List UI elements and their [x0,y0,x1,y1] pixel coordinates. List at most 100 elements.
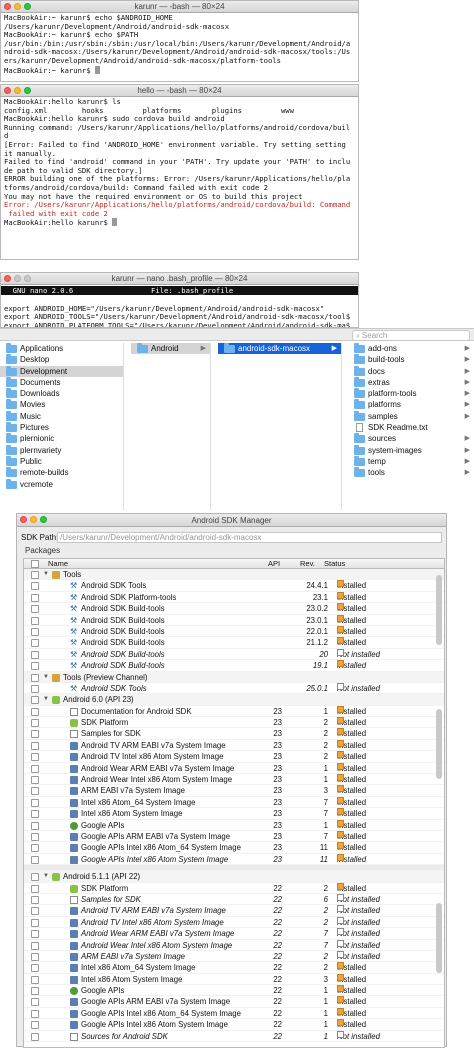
package-row[interactable]: ⚒ Android SDK Build-tools 22.0.1 Installed [24,625,444,638]
finder-item[interactable]: android-sdk-macosx ▶ [218,343,341,355]
package-checkbox[interactable] [31,907,39,916]
package-checkbox[interactable] [31,930,39,939]
package-row[interactable]: Android Wear Intel x86 Atom System Image… [24,939,444,951]
disclosure-triangle-icon[interactable]: ▼ [43,871,49,882]
package-checkbox[interactable] [31,855,39,864]
finder-item[interactable]: Documents [0,376,123,388]
package-checkbox[interactable] [31,627,39,636]
package-checkbox[interactable] [31,707,39,716]
col-rev-header[interactable]: Rev. [300,559,315,569]
package-row[interactable]: Samples for SDK 22 6 Not installed [24,893,444,906]
package-checkbox[interactable] [31,776,39,785]
finder-item[interactable]: plernionic [0,433,123,444]
package-row[interactable]: Android TV Intel x86 Atom System Image 23… [24,751,444,763]
package-row[interactable]: Sources for Android SDK 22 1 Not installed [24,1030,444,1043]
package-row[interactable]: ⚒ Android SDK Build-tools 21.1.2 Installed [24,637,444,649]
package-checkbox[interactable] [31,832,39,841]
finder-item[interactable]: Music [0,410,123,422]
package-row[interactable]: SDK Platform 23 2 Installed [24,717,444,729]
finder-item[interactable]: Development [0,365,123,377]
package-row[interactable]: Google APIs 23 1 Installed [24,819,444,831]
package-row[interactable]: Android Wear ARM EABI v7a System Image 23… [24,762,444,775]
package-checkbox[interactable] [31,810,39,819]
package-checkbox[interactable] [31,662,39,671]
package-category-row[interactable]: ▼ Tools (Preview Channel) [24,671,444,683]
package-checkbox[interactable] [31,764,39,773]
zoom-icon[interactable] [40,516,47,523]
package-row[interactable]: ⚒ Android SDK Build-tools 23.0.1 Installed [24,614,444,626]
package-category-row[interactable]: ▼ Tools [24,569,444,581]
package-checkbox[interactable] [31,975,39,984]
package-checkbox[interactable] [31,582,39,591]
package-row[interactable]: Google APIs ARM EABI v7a System Image 23 7… [24,830,444,843]
close-icon[interactable] [4,87,11,94]
package-row[interactable]: ⚒ Android SDK Build-tools 20 Not installed [24,648,444,661]
finder-item[interactable]: docs ▶ [348,365,474,377]
package-checkbox[interactable] [31,741,39,750]
col-status-header[interactable]: Status [324,559,345,569]
col-name-header[interactable]: Name [48,559,68,569]
package-checkbox[interactable] [31,895,39,904]
package-row[interactable]: SDK Platform 22 2 Installed [24,882,444,894]
finder-item[interactable]: plernvariety [0,444,123,456]
package-row[interactable]: Google APIs Intel x86 Atom_64 System Ima… [24,1007,444,1020]
package-row[interactable]: Google APIs 22 1 Installed [24,985,444,997]
package-checkbox[interactable] [31,673,39,682]
finder-item[interactable]: build-tools ▶ [348,354,474,365]
select-all-checkbox[interactable] [31,560,39,568]
finder-item[interactable]: system-images ▶ [348,444,474,456]
finder-item[interactable]: tools ▶ [348,467,474,478]
package-row[interactable]: Intel x86 Atom_64 System Image 23 7 Install… [24,796,444,809]
package-checkbox[interactable] [31,821,39,830]
package-checkbox[interactable] [31,650,39,659]
package-checkbox[interactable] [31,1021,39,1030]
package-checkbox[interactable] [31,1009,39,1018]
package-row[interactable]: Samples for SDK 23 2 Installed [24,728,444,740]
finder-item[interactable]: Desktop [0,354,123,365]
package-row[interactable]: Intel x86 Atom System Image 22 3 Installed [24,973,444,986]
package-row[interactable]: Google APIs ARM EABI v7a System Image 22 1… [24,996,444,1008]
package-row[interactable]: Android Wear Intel x86 Atom System Image… [24,774,444,786]
minimize-icon[interactable] [14,87,21,94]
package-checkbox[interactable] [31,798,39,807]
terminal-1-output[interactable]: MacBookAir:~ karunr$ echo $ANDROID_HOME /… [1,13,358,76]
terminal-1-titlebar[interactable]: karunr — -bash — 80×24 [1,1,358,13]
package-row[interactable]: ARM EABI v7a System Image 22 2 Not installe… [24,950,444,963]
package-checkbox[interactable] [31,884,39,893]
package-checkbox[interactable] [31,605,39,614]
close-icon[interactable] [4,275,11,282]
package-row[interactable]: Google APIs Intel x86 Atom_64 System Ima… [24,842,444,854]
package-checkbox[interactable] [31,941,39,950]
finder-item[interactable]: Movies [0,399,123,410]
package-checkbox[interactable] [31,639,39,648]
package-row[interactable]: ⚒ Android SDK Platform-tools 23.1 Installed [24,591,444,604]
minimize-icon[interactable] [14,275,21,282]
package-row[interactable]: Google APIs Intel x86 Atom System Image 2… [24,1019,444,1031]
package-row[interactable]: Intel x86 Atom System Image 23 7 Installed [24,808,444,820]
package-checkbox[interactable] [31,998,39,1007]
package-checkbox[interactable] [31,987,39,996]
package-checkbox[interactable] [31,787,39,796]
col-api-header[interactable]: API [268,559,280,569]
finder-item[interactable]: SDK Readme.txt [348,422,474,433]
finder-item[interactable]: sources ▶ [348,433,474,444]
finder-item[interactable]: temp ▶ [348,455,474,467]
terminal-3-titlebar[interactable]: karunr — nano .bash_profile — 80×24 [1,273,358,285]
zoom-icon[interactable] [24,3,31,10]
package-row[interactable]: ⚒ Android SDK Tools 24.4.1 Installed [24,580,444,592]
finder-item[interactable]: Public [0,455,123,467]
package-checkbox[interactable] [31,952,39,961]
scrollbar-mid[interactable] [436,709,442,779]
package-checkbox[interactable] [31,616,39,625]
package-row[interactable]: Android Wear ARM EABI v7a System Image 22… [24,928,444,940]
package-row[interactable]: Android TV ARM EABI v7a System Image 23 2 I… [24,739,444,752]
package-category-row[interactable]: ▼ Android 5.1.1 (API 22) [24,871,444,883]
package-checkbox[interactable] [31,753,39,762]
package-row[interactable]: ⚒ Android SDK Build-tools 19.1 Installed [24,660,444,672]
package-row[interactable]: ARM EABI v7a System Image 23 3 Installed [24,785,444,797]
zoom-icon[interactable] [24,275,31,282]
minimize-icon[interactable] [30,516,37,523]
disclosure-triangle-icon[interactable]: ▼ [43,569,49,580]
disclosure-triangle-icon[interactable]: ▼ [43,672,49,683]
close-icon[interactable] [20,516,27,523]
